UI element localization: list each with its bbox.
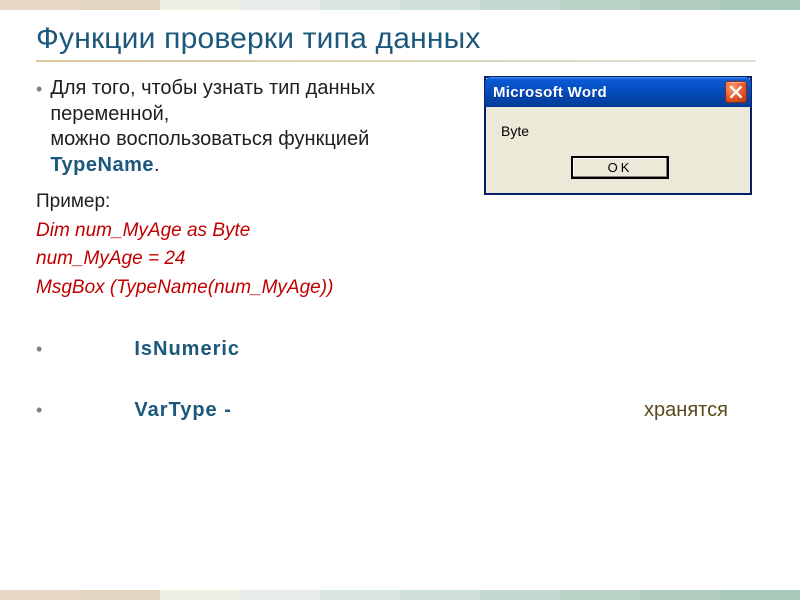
vartype-post-a: точное определение типа данных, которые bbox=[232, 399, 644, 421]
bullet-icon: • bbox=[36, 78, 42, 101]
msgbox-window: Microsoft Word Byte OK bbox=[484, 76, 752, 195]
ok-button[interactable]: OK bbox=[572, 157, 668, 178]
isnumeric-pre: Функция bbox=[50, 338, 134, 360]
vartype-keyword: VarType - bbox=[134, 399, 232, 421]
msgbox-titlebar: Microsoft Word bbox=[485, 77, 751, 107]
isnumeric-keyword: IsNumeric bbox=[134, 338, 240, 360]
typename-keyword: TypeName bbox=[50, 154, 154, 176]
msgbox-title: Microsoft Word bbox=[493, 84, 607, 101]
close-icon bbox=[730, 86, 742, 98]
example-line-2: num_MyAge = 24 bbox=[36, 245, 474, 274]
intro-line2a: можно воспользоваться функцией bbox=[50, 128, 369, 150]
intro-text: Для того, чтобы узнать тип данных переме… bbox=[50, 76, 474, 178]
lower-bullets: • Функция IsNumeric - проверяет, являетс… bbox=[36, 336, 764, 450]
example-line-3: MsgBox (TypeName(num_MyAge)) bbox=[36, 274, 474, 303]
intro-bullet: • Для того, чтобы узнать тип данных пере… bbox=[36, 76, 474, 178]
close-button[interactable] bbox=[725, 81, 747, 103]
example-block: Пример: Dim num_MyAge as Byte num_MyAge … bbox=[36, 188, 474, 302]
vartype-pre: Функция bbox=[50, 399, 134, 421]
intro-period: . bbox=[154, 154, 160, 176]
vartype-bullet: • Функция VarType - точное определение т… bbox=[36, 397, 764, 450]
slide-title: Функции проверки типа данных bbox=[36, 22, 764, 56]
bullet-icon: • bbox=[36, 338, 42, 362]
msgbox-body-text: Byte bbox=[501, 123, 739, 139]
store-word: хранятся bbox=[644, 399, 728, 421]
intro-line1: Для того, чтобы узнать тип данных переме… bbox=[50, 77, 375, 125]
title-underline bbox=[36, 60, 756, 62]
example-label: Пример: bbox=[36, 188, 474, 217]
example-line-1: Dim num_MyAge as Byte bbox=[36, 217, 474, 246]
bullet-icon: • bbox=[36, 399, 42, 423]
isnumeric-bullet: • Функция IsNumeric - проверяет, являетс… bbox=[36, 336, 764, 389]
